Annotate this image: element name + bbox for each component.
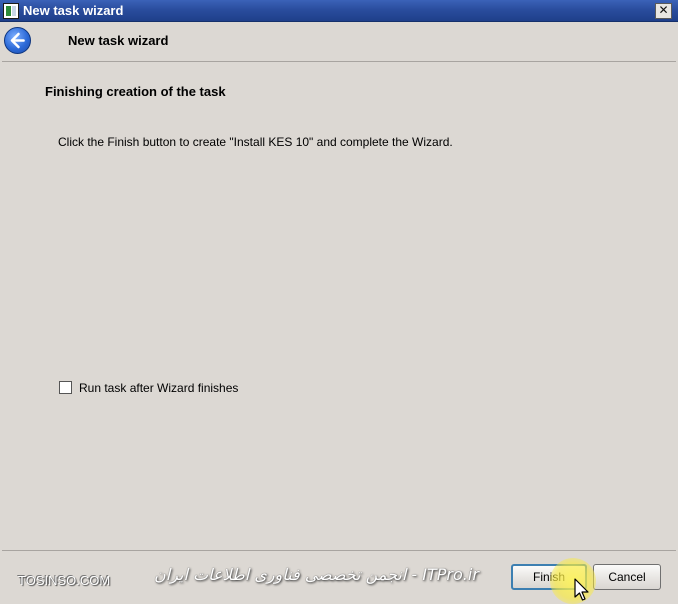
title-bar[interactable]: New task wizard ✕: [0, 0, 678, 22]
window-title: New task wizard: [23, 3, 124, 18]
back-arrow-icon: [10, 32, 25, 49]
close-button[interactable]: ✕: [655, 3, 672, 19]
wizard-footer: TOSINSO.COM انجمن تخصصی فناوری اطلاعات ا…: [0, 551, 678, 604]
section-heading: Finishing creation of the task: [45, 84, 226, 99]
wizard-window: New task wizard ✕ New task wizard Finish…: [0, 0, 678, 604]
run-after-label[interactable]: Run task after Wizard finishes: [79, 380, 238, 396]
wizard-title: New task wizard: [68, 33, 169, 48]
run-after-option[interactable]: Run task after Wizard finishes: [59, 380, 279, 396]
finish-button[interactable]: Finish: [511, 564, 587, 590]
wizard-header: New task wizard: [0, 22, 678, 60]
back-button[interactable]: [4, 27, 31, 54]
close-icon: ✕: [658, 3, 669, 17]
cancel-button[interactable]: Cancel: [593, 564, 661, 590]
watermark-tosinso: TOSINSO.COM: [18, 573, 111, 588]
wizard-content: Finishing creation of the task Click the…: [2, 61, 676, 551]
finish-description: Click the Finish button to create "Insta…: [58, 135, 453, 149]
run-after-checkbox[interactable]: [59, 381, 72, 394]
app-icon: [3, 3, 19, 19]
watermark-itpro: انجمن تخصصی فناوری اطلاعات ایران - ITPro…: [154, 565, 479, 584]
